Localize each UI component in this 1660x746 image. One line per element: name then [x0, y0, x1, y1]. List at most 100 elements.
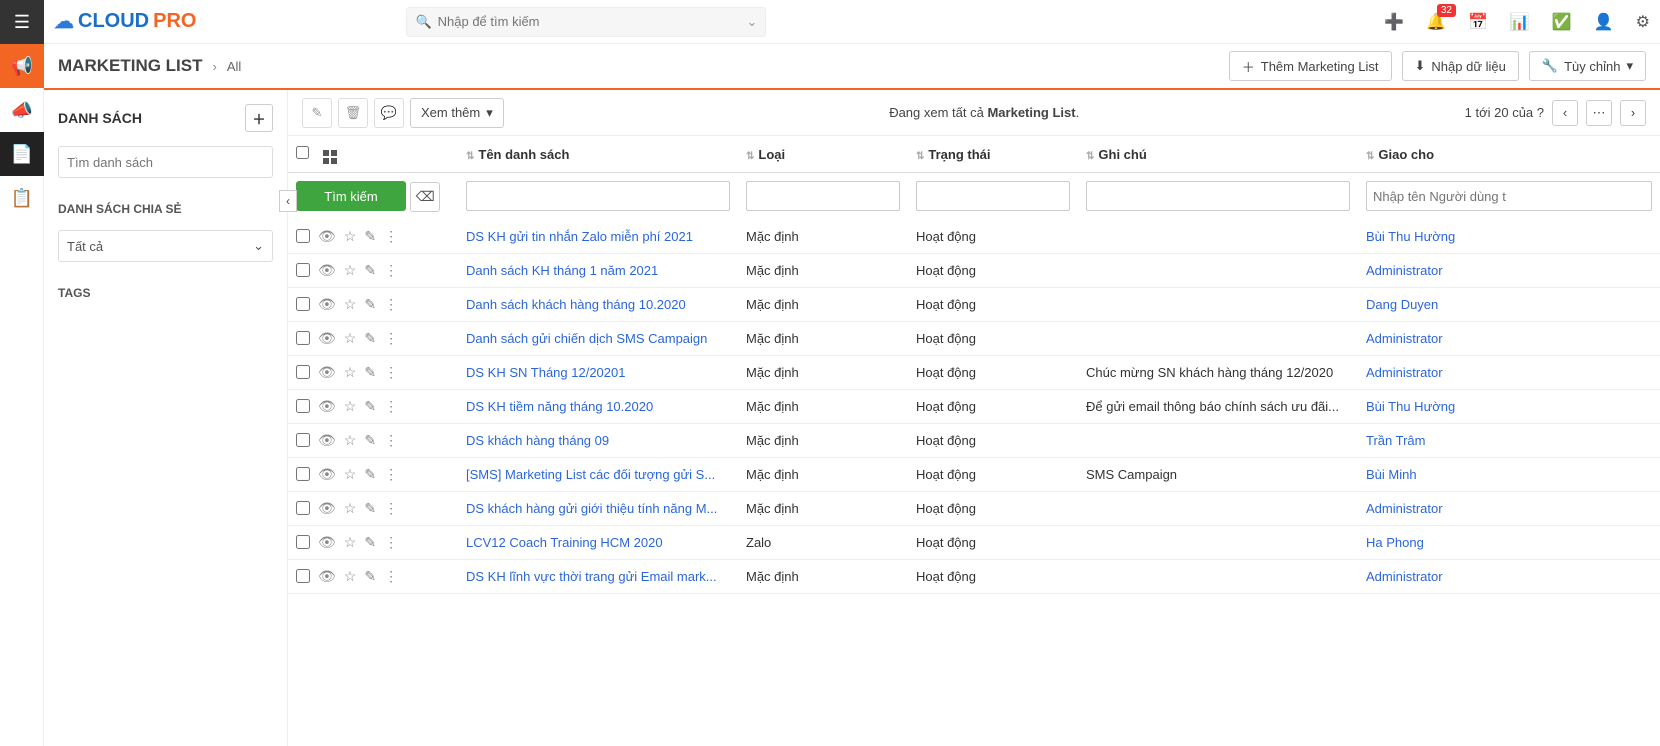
- star-icon[interactable]: ☆: [344, 500, 357, 517]
- nav-item-clipboard[interactable]: 📋: [0, 176, 44, 220]
- star-icon[interactable]: ☆: [344, 534, 357, 551]
- eye-icon[interactable]: 👁: [318, 330, 336, 347]
- filter-name-input[interactable]: [466, 181, 730, 211]
- col-header-name[interactable]: ⇅Tên danh sách: [458, 136, 738, 173]
- delete-icon[interactable]: 🗑: [338, 98, 368, 128]
- kebab-icon[interactable]: ⋮: [384, 364, 398, 381]
- row-checkbox[interactable]: [296, 365, 310, 379]
- row-name-link[interactable]: DS KH tiềm năng tháng 10.2020: [466, 399, 653, 414]
- row-name-link[interactable]: DS KH gửi tin nhắn Zalo miễn phí 2021: [466, 229, 693, 244]
- col-header-assignee[interactable]: ⇅Giao cho: [1358, 136, 1660, 173]
- row-checkbox[interactable]: [296, 399, 310, 413]
- kebab-icon[interactable]: ⋮: [384, 228, 398, 245]
- row-assignee-link[interactable]: Administrator: [1366, 263, 1443, 278]
- approval-icon[interactable]: ✅: [1552, 12, 1572, 32]
- edit-row-icon[interactable]: ✎: [364, 466, 376, 483]
- eye-icon[interactable]: 👁: [318, 500, 336, 517]
- eye-icon[interactable]: 👁: [318, 534, 336, 551]
- edit-icon[interactable]: ✎: [302, 98, 332, 128]
- global-search[interactable]: 🔍 ⌄: [406, 7, 766, 37]
- star-icon[interactable]: ☆: [344, 364, 357, 381]
- kebab-icon[interactable]: ⋮: [384, 534, 398, 551]
- eye-icon[interactable]: 👁: [318, 432, 336, 449]
- grid-view-icon[interactable]: [323, 150, 337, 164]
- edit-row-icon[interactable]: ✎: [364, 330, 376, 347]
- row-checkbox[interactable]: [296, 569, 310, 583]
- star-icon[interactable]: ☆: [344, 432, 357, 449]
- eye-icon[interactable]: 👁: [318, 262, 336, 279]
- import-data-button[interactable]: ⬇Nhập dữ liệu: [1402, 51, 1519, 81]
- pager-more-button[interactable]: ⋯: [1586, 100, 1612, 126]
- row-name-link[interactable]: DS khách hàng tháng 09: [466, 433, 609, 448]
- eye-icon[interactable]: 👁: [318, 228, 336, 245]
- eye-icon[interactable]: 👁: [318, 398, 336, 415]
- eye-icon[interactable]: 👁: [318, 364, 336, 381]
- star-icon[interactable]: ☆: [344, 262, 357, 279]
- sidebar-search-input[interactable]: [58, 146, 273, 178]
- row-checkbox[interactable]: [296, 229, 310, 243]
- row-checkbox[interactable]: [296, 535, 310, 549]
- col-header-status[interactable]: ⇅Trạng thái: [908, 136, 1078, 173]
- row-name-link[interactable]: Danh sách khách hàng tháng 10.2020: [466, 297, 686, 312]
- edit-row-icon[interactable]: ✎: [364, 228, 376, 245]
- pager-prev-button[interactable]: ‹: [1552, 100, 1578, 126]
- kebab-icon[interactable]: ⋮: [384, 500, 398, 517]
- row-assignee-link[interactable]: Bùi Minh: [1366, 467, 1417, 482]
- row-assignee-link[interactable]: Ha Phong: [1366, 535, 1424, 550]
- star-icon[interactable]: ☆: [344, 466, 357, 483]
- row-checkbox[interactable]: [296, 263, 310, 277]
- row-assignee-link[interactable]: Bùi Thu Hường: [1366, 399, 1455, 414]
- nav-item-marketing[interactable]: 📢: [0, 44, 44, 88]
- row-assignee-link[interactable]: Trần Trâm: [1366, 433, 1425, 448]
- filter-status-input[interactable]: [916, 181, 1070, 211]
- row-name-link[interactable]: DS KH SN Tháng 12/20201: [466, 365, 625, 380]
- notifications-icon[interactable]: 🔔32: [1426, 12, 1446, 32]
- edit-row-icon[interactable]: ✎: [364, 262, 376, 279]
- row-name-link[interactable]: Danh sách gửi chiến dịch SMS Campaign: [466, 331, 707, 346]
- row-name-link[interactable]: Danh sách KH tháng 1 năm 2021: [466, 263, 658, 278]
- filter-clear-button[interactable]: ⌫: [410, 182, 440, 212]
- eye-icon[interactable]: 👁: [318, 568, 336, 585]
- nav-item-document[interactable]: 📄: [0, 132, 44, 176]
- edit-row-icon[interactable]: ✎: [364, 500, 376, 517]
- kebab-icon[interactable]: ⋮: [384, 432, 398, 449]
- chart-icon[interactable]: 📊: [1510, 12, 1530, 32]
- gear-icon[interactable]: ⚙: [1636, 12, 1650, 32]
- row-checkbox[interactable]: [296, 501, 310, 515]
- row-assignee-link[interactable]: Administrator: [1366, 569, 1443, 584]
- pager-next-button[interactable]: ›: [1620, 100, 1646, 126]
- edit-row-icon[interactable]: ✎: [364, 568, 376, 585]
- edit-row-icon[interactable]: ✎: [364, 296, 376, 313]
- sidebar-shared-select[interactable]: Tất cả ⌄: [58, 230, 273, 262]
- calendar-icon[interactable]: 📅: [1468, 12, 1488, 32]
- star-icon[interactable]: ☆: [344, 330, 357, 347]
- add-circle-icon[interactable]: ➕: [1384, 12, 1404, 32]
- star-icon[interactable]: ☆: [344, 398, 357, 415]
- user-icon[interactable]: 👤: [1594, 12, 1614, 32]
- kebab-icon[interactable]: ⋮: [384, 398, 398, 415]
- row-assignee-link[interactable]: Administrator: [1366, 331, 1443, 346]
- kebab-icon[interactable]: ⋮: [384, 296, 398, 313]
- filter-assignee-input[interactable]: [1366, 181, 1652, 211]
- star-icon[interactable]: ☆: [344, 228, 357, 245]
- row-name-link[interactable]: DS KH lĩnh vực thời trang gửi Email mark…: [466, 569, 717, 584]
- col-header-note[interactable]: ⇅Ghi chú: [1078, 136, 1358, 173]
- col-header-type[interactable]: ⇅Loại: [738, 136, 908, 173]
- select-all-checkbox[interactable]: [296, 146, 309, 159]
- row-name-link[interactable]: [SMS] Marketing List các đối tượng gửi S…: [466, 467, 715, 482]
- star-icon[interactable]: ☆: [344, 296, 357, 313]
- nav-item-campaign[interactable]: 📣: [0, 88, 44, 132]
- add-marketing-list-button[interactable]: ＋Thêm Marketing List: [1229, 51, 1392, 81]
- edit-row-icon[interactable]: ✎: [364, 398, 376, 415]
- row-checkbox[interactable]: [296, 297, 310, 311]
- comment-icon[interactable]: 💬: [374, 98, 404, 128]
- row-checkbox[interactable]: [296, 331, 310, 345]
- add-list-button[interactable]: ＋: [245, 104, 273, 132]
- logo[interactable]: ☁ CLOUDPRO: [54, 9, 196, 34]
- kebab-icon[interactable]: ⋮: [384, 568, 398, 585]
- row-assignee-link[interactable]: Administrator: [1366, 501, 1443, 516]
- row-name-link[interactable]: LCV12 Coach Training HCM 2020: [466, 535, 663, 550]
- filter-note-input[interactable]: [1086, 181, 1350, 211]
- eye-icon[interactable]: 👁: [318, 466, 336, 483]
- star-icon[interactable]: ☆: [344, 568, 357, 585]
